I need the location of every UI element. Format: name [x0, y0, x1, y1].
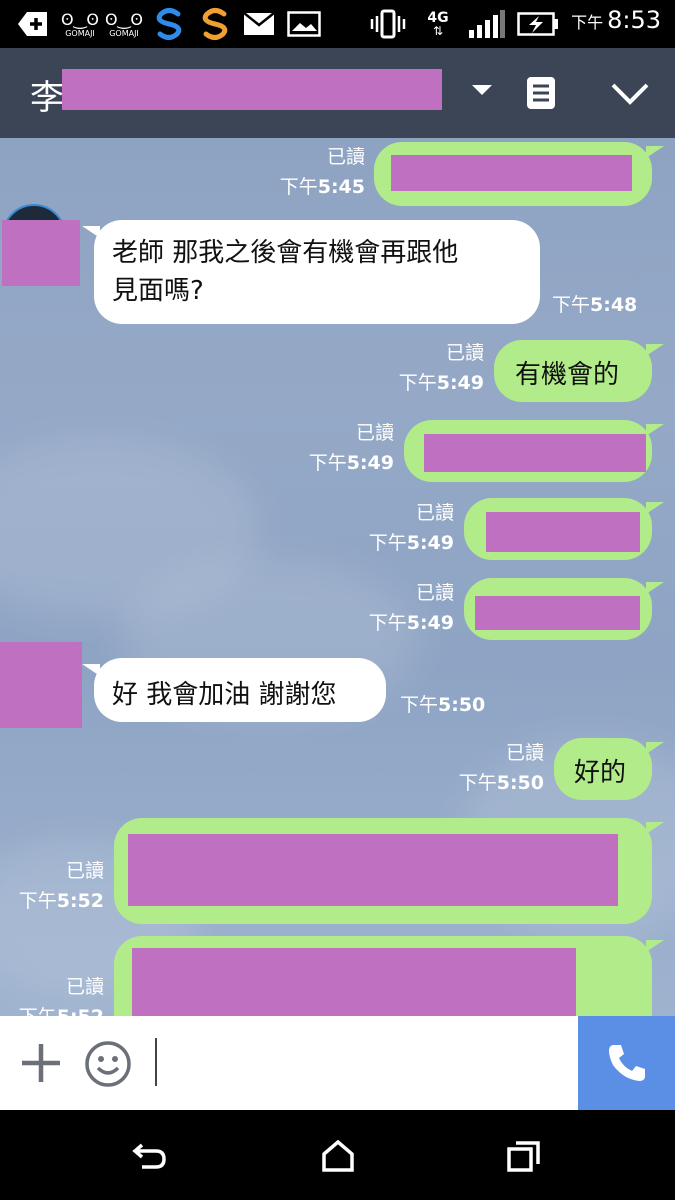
message-time: 下午5:49	[368, 532, 454, 554]
image-icon	[286, 10, 322, 38]
redacted-message	[486, 512, 640, 552]
bubble-tail	[646, 424, 664, 436]
bubble-tail	[646, 582, 664, 594]
chat-area[interactable]: 已讀 下午5:45 老師 那我之後會有機會再跟他 見面嗎? 下午5:48 已讀 …	[0, 138, 675, 1016]
read-receipt: 已讀	[355, 422, 394, 444]
chat-header: 李	[0, 48, 675, 138]
redacted-avatar	[2, 220, 80, 286]
message-input-bar	[0, 1016, 675, 1110]
outgoing-message-bubble[interactable]	[464, 578, 652, 640]
mail-icon	[242, 10, 276, 38]
incoming-message-bubble[interactable]: 老師 那我之後會有機會再跟他 見面嗎?	[94, 220, 540, 324]
message-meta: 已讀 下午5:49	[399, 338, 484, 398]
message-meta: 已讀 下午5:49	[309, 418, 394, 478]
message-meta: 已讀 下午5:49	[369, 498, 454, 558]
read-receipt: 已讀	[445, 342, 484, 364]
message-meta: 已讀 下午5:49	[369, 578, 454, 638]
read-receipt: 已讀	[415, 582, 454, 604]
incoming-message-bubble[interactable]: 好 我會加油 謝謝您	[94, 658, 386, 722]
network-4g-icon: 4G ⇅	[427, 10, 449, 38]
message-meta: 已讀 下午5:45	[280, 142, 365, 202]
redacted-message	[128, 834, 618, 906]
bubble-tail	[646, 344, 664, 356]
recents-icon[interactable]	[506, 1138, 542, 1174]
message-time: 下午5:52	[19, 1002, 104, 1016]
outgoing-message-bubble[interactable]	[464, 498, 652, 560]
gomaji-icon: ʘ‿ʘ GOMAJI	[60, 9, 100, 38]
phone-icon	[608, 1045, 645, 1081]
message-meta: 已讀 下午5:52	[19, 972, 104, 1016]
smiley-icon[interactable]	[84, 1040, 132, 1092]
outgoing-message-bubble[interactable]: 好的	[554, 738, 652, 800]
redacted-message	[391, 155, 632, 191]
signal-icon	[466, 10, 506, 38]
read-receipt: 已讀	[65, 860, 104, 882]
bubble-tail	[646, 742, 664, 754]
back-icon[interactable]	[132, 1138, 168, 1174]
chevron-down-icon[interactable]	[470, 82, 494, 101]
collapse-chevron-icon[interactable]	[610, 82, 650, 110]
message-time: 下午5:48	[552, 294, 638, 316]
message-text: 有機會的	[515, 360, 620, 390]
redacted-message	[132, 948, 576, 1016]
outgoing-message-bubble[interactable]	[114, 818, 652, 924]
contact-name[interactable]: 李	[30, 70, 64, 119]
redacted-contact-name	[62, 69, 442, 110]
message-text: 好 我會加油 謝謝您	[112, 680, 337, 710]
redacted-avatar	[0, 642, 82, 728]
status-clock: 下午 8:53	[571, 6, 661, 34]
read-receipt: 已讀	[326, 146, 365, 168]
message-input-field[interactable]	[155, 1038, 157, 1086]
home-icon[interactable]	[320, 1138, 356, 1174]
outgoing-message-bubble[interactable]	[404, 420, 652, 482]
bubble-tail	[646, 502, 664, 514]
outgoing-message-bubble[interactable]	[374, 142, 652, 206]
bubble-tail	[646, 146, 664, 158]
message-meta: 已讀 下午5:52	[19, 856, 104, 916]
message-time: 下午5:52	[18, 890, 104, 912]
outgoing-message-bubble[interactable]	[114, 936, 652, 1016]
message-time: 下午5:45	[279, 176, 365, 198]
vibrate-icon	[370, 9, 406, 39]
redacted-message	[424, 434, 646, 472]
message-time: 下午5:49	[368, 612, 454, 634]
status-bar: ʘ‿ʘ GOMAJI ʘ‿ʘ GOMAJI 4G ⇅ 下午 8:53	[0, 0, 675, 48]
gomaji-icon: ʘ‿ʘ GOMAJI	[104, 9, 144, 38]
message-text: 好的	[574, 758, 627, 788]
bubble-tail	[646, 822, 664, 834]
system-nav-bar	[0, 1110, 675, 1200]
message-text: 老師 那我之後會有機會再跟他 見面嗎?	[112, 238, 459, 306]
message-time: 下午5:50	[400, 694, 486, 716]
read-receipt: 已讀	[65, 976, 104, 998]
s-app-orange-icon	[196, 8, 234, 40]
message-time: 下午5:50	[458, 772, 544, 794]
notes-icon[interactable]	[526, 76, 556, 114]
outgoing-message-bubble[interactable]: 有機會的	[494, 340, 652, 402]
plus-icon[interactable]	[20, 1042, 62, 1088]
read-receipt: 已讀	[505, 742, 544, 764]
redacted-message	[475, 596, 640, 630]
message-time: 下午5:49	[398, 372, 484, 394]
s-app-blue-icon	[150, 8, 188, 40]
message-time: 下午5:49	[308, 452, 394, 474]
call-button[interactable]	[578, 1016, 675, 1110]
message-meta: 已讀 下午5:50	[459, 738, 544, 798]
add-notification-icon	[16, 10, 50, 38]
read-receipt: 已讀	[415, 502, 454, 524]
battery-icon	[516, 10, 560, 38]
bubble-tail	[646, 940, 664, 952]
